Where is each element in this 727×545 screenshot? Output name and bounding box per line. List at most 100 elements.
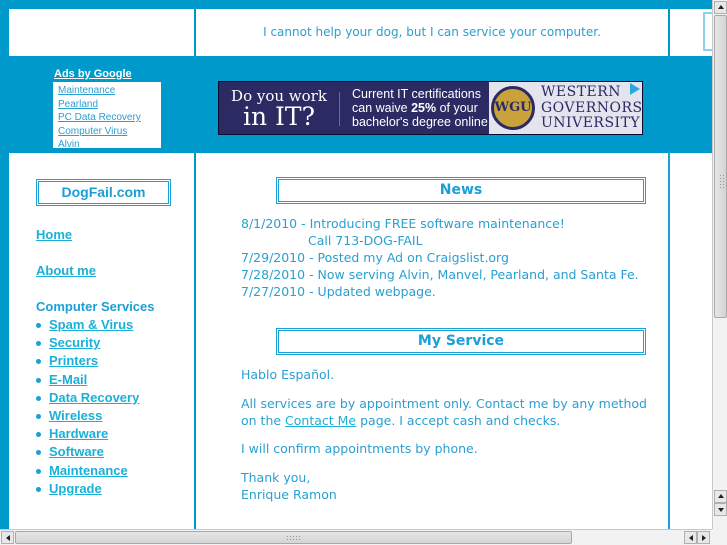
service-item: Software: [36, 444, 139, 462]
bullet-icon: [36, 395, 41, 401]
bullet-icon: [36, 377, 41, 383]
ads-by-google-link[interactable]: Ads by Google: [54, 68, 132, 80]
news-item: 7/28/2010 - Now serving Alvin, Manvel, P…: [241, 267, 639, 282]
adchoices-icon[interactable]: [630, 83, 640, 95]
vertical-scroll-thumb[interactable]: [714, 15, 727, 318]
main-content: News 8/1/2010 - Introducing FREE softwar…: [196, 153, 670, 529]
scrollbar-corner: [712, 529, 727, 545]
bullet-icon: [36, 341, 41, 347]
banner-copy: Current IT certifications can waive 25% …: [352, 87, 491, 129]
header-right-box: [703, 12, 712, 51]
header-left-cell: [9, 9, 194, 56]
banner-divider: [339, 92, 340, 126]
ad-link-maintenance[interactable]: Maintenance: [58, 84, 161, 98]
wgu-seal-icon: WGU: [491, 86, 535, 130]
service-link-email[interactable]: E-Mail: [49, 372, 87, 387]
sidebar: DogFail.com Home About me Computer Servi…: [9, 153, 194, 529]
service-link-upgrade[interactable]: Upgrade: [49, 481, 102, 496]
arrow-left-icon: [688, 535, 693, 541]
banner-headline: Do you work in IT?: [219, 82, 339, 134]
right-column: [670, 153, 712, 529]
service-paragraph-confirm: I will confirm appointments by phone.: [241, 441, 478, 456]
banner-headline-line2: in IT?: [243, 102, 315, 131]
banner-copy-line1: Current IT certifications: [352, 87, 481, 101]
service-item: Printers: [36, 353, 139, 371]
service-item: Security: [36, 335, 139, 353]
appointments-text-post: page. I accept cash and checks.: [356, 412, 561, 428]
service-paragraph-appointments: All services are by appointment only. Co…: [241, 396, 661, 429]
banner-copy-line2-pre: can waive: [352, 101, 412, 115]
banner-copy-line3: bachelor's degree online.: [352, 115, 492, 129]
service-link-wireless[interactable]: Wireless: [49, 408, 102, 423]
contact-me-link[interactable]: Contact Me: [285, 413, 356, 428]
horizontal-scroll-thumb[interactable]: [15, 531, 572, 544]
service-link-printers[interactable]: Printers: [49, 353, 98, 368]
brand-line2: GOVERNORS: [541, 99, 643, 116]
scroll-left-button[interactable]: [1, 531, 14, 544]
service-link-security[interactable]: Security: [49, 335, 100, 350]
brand-line3: UNIVERSITY: [541, 115, 641, 131]
arrow-up-icon: [717, 5, 724, 9]
brand-line1: WESTERN: [541, 84, 622, 100]
site-logo: DogFail.com: [36, 179, 171, 206]
signoff-thanks: Thank you,: [241, 470, 311, 485]
arrow-left-icon: [5, 535, 10, 541]
service-item: Wireless: [36, 408, 139, 426]
grip-icon: [719, 174, 726, 190]
banner-copy-line2: can waive 25% of your: [352, 101, 491, 115]
services-list: Spam & Virus Security Printers E-Mail Da…: [36, 317, 139, 499]
news-item-phone: Call 713-DOG-FAIL: [308, 233, 423, 248]
signoff-name: Enrique Ramon: [241, 486, 337, 502]
scroll-down-button[interactable]: [714, 503, 727, 516]
ad-link-computer-virus[interactable]: Computer Virus: [58, 125, 161, 139]
news-item: 7/27/2010 - Updated webpage.: [241, 284, 436, 299]
news-heading: News: [276, 177, 646, 204]
services-heading: Computer Services: [36, 299, 155, 314]
scroll-up-button[interactable]: [714, 1, 727, 14]
bullet-icon: [36, 450, 41, 456]
news-list: 8/1/2010 - Introducing FREE software mai…: [241, 215, 639, 300]
banner-brand-name: WESTERN GOVERNORS UNIVERSITY: [541, 84, 643, 132]
bullet-icon: [36, 323, 41, 328]
service-item: Spam & Virus: [36, 317, 139, 335]
wgu-banner-ad[interactable]: Do you work in IT? Current IT certificat…: [218, 81, 643, 135]
service-link-data-recovery[interactable]: Data Recovery: [49, 390, 139, 405]
bullet-icon: [36, 413, 41, 419]
arrow-up-icon: [717, 494, 724, 498]
scroll-left-button-secondary[interactable]: [684, 531, 697, 544]
arrow-right-icon: [701, 535, 706, 541]
service-link-spam-virus[interactable]: Spam & Virus: [49, 317, 133, 332]
ad-link-alvin[interactable]: Alvin: [58, 138, 161, 148]
service-link-software[interactable]: Software: [49, 444, 104, 459]
arrow-down-icon: [717, 508, 724, 512]
nav-about-link[interactable]: About me: [36, 263, 96, 278]
bullet-icon: [36, 359, 41, 365]
nav-home-link[interactable]: Home: [36, 227, 72, 242]
bullet-icon: [36, 468, 41, 474]
my-service-heading: My Service: [276, 328, 646, 355]
banner-copy-line2-post: of your: [436, 101, 478, 115]
service-item: Maintenance: [36, 463, 139, 481]
news-item: 8/1/2010 - Introducing FREE software mai…: [241, 216, 565, 231]
service-link-hardware[interactable]: Hardware: [49, 426, 108, 441]
bullet-icon: [36, 432, 41, 438]
page-viewport: I cannot help your dog, but I can servic…: [0, 0, 712, 529]
scroll-up-button-secondary[interactable]: [714, 490, 727, 503]
vertical-scrollbar[interactable]: [712, 0, 727, 529]
ad-link-pc-data-recovery[interactable]: PC Data Recovery: [58, 111, 161, 125]
news-item: 7/29/2010 - Posted my Ad on Craigslist.o…: [241, 250, 509, 265]
header-tagline: I cannot help your dog, but I can servic…: [196, 9, 668, 56]
scroll-right-button[interactable]: [697, 531, 710, 544]
ad-links-list: Maintenance Pearland PC Data Recovery Co…: [53, 82, 161, 148]
bullet-icon: [36, 486, 41, 492]
grip-icon: [286, 535, 302, 541]
service-item: Hardware: [36, 426, 139, 444]
horizontal-scrollbar[interactable]: [0, 529, 712, 545]
ad-link-pearland[interactable]: Pearland: [58, 98, 161, 112]
service-paragraph-spanish: Hablo Español.: [241, 367, 335, 382]
service-item: E-Mail: [36, 372, 139, 390]
service-signoff: Thank you, Enrique Ramon: [241, 470, 337, 503]
banner-copy-discount: 25%: [411, 101, 437, 115]
service-item: Upgrade: [36, 481, 139, 499]
service-link-maintenance[interactable]: Maintenance: [49, 463, 128, 478]
